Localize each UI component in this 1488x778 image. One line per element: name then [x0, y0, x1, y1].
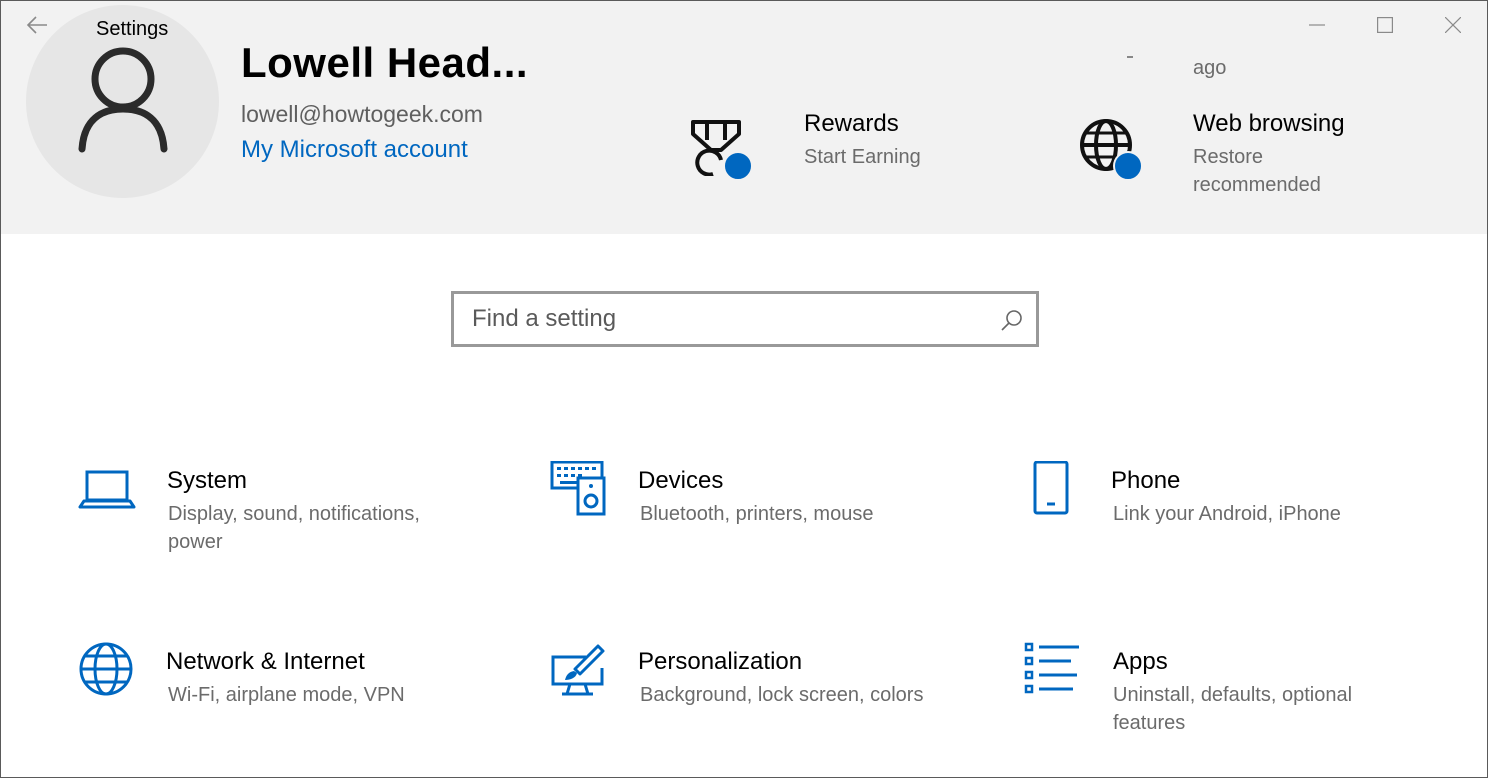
notification-badge [1113, 151, 1143, 181]
notification-badge [723, 151, 753, 181]
category-phone[interactable]: Phone Link your Android, iPhone [1023, 461, 1443, 581]
category-title: Personalization [638, 648, 802, 676]
web-browsing-card[interactable]: Web browsing Restore recommended [1077, 106, 1377, 202]
maximize-icon [1377, 17, 1393, 33]
globe-icon [78, 642, 138, 702]
user-email: lowell@howtogeek.com [241, 101, 483, 128]
rewards-subtitle: Start Earning [804, 143, 921, 171]
category-title: Network & Internet [166, 648, 365, 676]
back-button[interactable] [19, 9, 55, 41]
window-title: Settings [96, 18, 168, 41]
category-subtitle: Display, sound, notifications, power [168, 500, 448, 556]
apps-list-icon [1023, 642, 1083, 702]
search-input[interactable] [472, 304, 992, 334]
category-personalization[interactable]: Personalization Background, lock screen,… [550, 642, 970, 762]
title-bar: Settings [1, 1, 1487, 57]
search-box[interactable] [451, 291, 1039, 347]
web-browsing-subtitle: Restore recommended [1193, 143, 1353, 199]
user-icon [76, 47, 170, 153]
phone-icon [1023, 461, 1083, 521]
category-subtitle: Background, lock screen, colors [640, 681, 960, 709]
maximize-button[interactable] [1351, 5, 1419, 45]
category-apps[interactable]: Apps Uninstall, defaults, optional featu… [1023, 642, 1443, 762]
category-subtitle: Bluetooth, printers, mouse [640, 500, 940, 528]
minimize-icon [1309, 17, 1325, 33]
laptop-icon [78, 461, 138, 521]
category-title: Apps [1113, 648, 1168, 676]
category-system[interactable]: System Display, sound, notifications, po… [78, 461, 498, 581]
category-subtitle: Link your Android, iPhone [1113, 500, 1413, 528]
my-microsoft-account-link[interactable]: My Microsoft account [241, 136, 468, 164]
category-devices[interactable]: Devices Bluetooth, printers, mouse [550, 461, 970, 581]
close-button[interactable] [1419, 5, 1487, 45]
close-icon [1445, 17, 1461, 33]
category-subtitle: Wi-Fi, airplane mode, VPN [168, 681, 468, 709]
category-network-internet[interactable]: Network & Internet Wi-Fi, airplane mode,… [78, 642, 498, 762]
partial-card-subtitle: ago [1193, 57, 1226, 80]
settings-window: Lowell Head... lowell@howtogeek.com My M… [0, 0, 1488, 778]
category-subtitle: Uninstall, defaults, optional features [1113, 681, 1383, 737]
devices-icon [550, 461, 610, 521]
minimize-button[interactable] [1283, 5, 1351, 45]
paintbrush-icon [550, 642, 610, 702]
rewards-title: Rewards [804, 110, 899, 138]
web-browsing-title: Web browsing [1193, 110, 1345, 138]
category-title: Devices [638, 467, 723, 495]
category-title: Phone [1111, 467, 1180, 495]
rewards-card[interactable]: Rewards Start Earning [687, 106, 987, 196]
search-icon[interactable] [1000, 308, 1024, 332]
category-title: System [167, 467, 247, 495]
arrow-left-icon [26, 16, 48, 34]
